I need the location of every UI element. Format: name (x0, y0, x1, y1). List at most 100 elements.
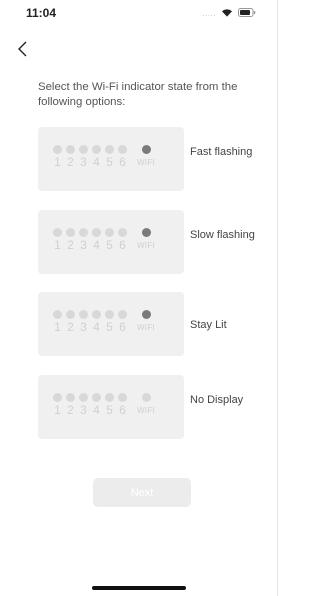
led-number: 3 (80, 403, 87, 417)
led-dot (79, 310, 88, 319)
led-number: 5 (106, 155, 113, 169)
led-number: 2 (67, 238, 74, 252)
led-indicator-row: 1 2 3 4 5 6 WIFI (51, 310, 158, 334)
led-dot (105, 228, 114, 237)
led-indicator: 6 (116, 393, 129, 417)
battery-icon (238, 8, 256, 17)
led-indicator: 1 (51, 228, 64, 252)
led-dot (92, 145, 101, 154)
led-indicator-row: 1 2 3 4 5 6 WIFI (51, 228, 158, 252)
led-indicator-row: 1 2 3 4 5 6 WIFI (51, 145, 158, 169)
led-dot (118, 145, 127, 154)
led-dot (118, 310, 127, 319)
led-number: 5 (106, 238, 113, 252)
led-indicator-row: 1 2 3 4 5 6 WIFI (51, 393, 158, 417)
option-label: No Display (190, 394, 244, 406)
led-indicator: 1 (51, 310, 64, 334)
led-indicator: 4 (90, 228, 103, 252)
led-dot (66, 228, 75, 237)
wifi-led-label: WIFI (136, 323, 156, 332)
led-number: 3 (80, 238, 87, 252)
led-dot (92, 228, 101, 237)
led-number: 4 (93, 320, 100, 334)
led-indicator: 1 (51, 393, 64, 417)
wifi-led-dot (141, 228, 151, 237)
option-label: Slow flashing (190, 229, 255, 241)
led-number: 3 (80, 155, 87, 169)
led-number: 1 (54, 155, 61, 169)
led-dot (105, 145, 114, 154)
led-indicator: 5 (103, 145, 116, 169)
wifi-state-option[interactable]: 1 2 3 4 5 6 WIFI (38, 375, 184, 439)
led-number: 1 (54, 238, 61, 252)
led-number: 5 (106, 320, 113, 334)
wifi-led-indicator: WIFI (134, 393, 158, 417)
led-indicator: 4 (90, 393, 103, 417)
led-indicator: 2 (64, 393, 77, 417)
led-number: 2 (67, 320, 74, 334)
wifi-state-option[interactable]: 1 2 3 4 5 6 WIFI (38, 127, 184, 191)
screen-edge (277, 0, 278, 596)
wifi-led-label: WIFI (136, 241, 156, 250)
led-indicator: 4 (90, 310, 103, 334)
led-number: 4 (93, 403, 100, 417)
led-dot (66, 393, 75, 402)
led-dot (79, 145, 88, 154)
led-dot (118, 393, 127, 402)
led-indicator: 3 (77, 310, 90, 334)
led-indicator: 5 (103, 228, 116, 252)
wifi-led-label: WIFI (136, 406, 156, 415)
led-indicator: 2 (64, 228, 77, 252)
led-indicator: 3 (77, 228, 90, 252)
wifi-icon (222, 9, 232, 17)
status-bar: 11:04 ..... (0, 0, 278, 30)
home-indicator[interactable] (92, 586, 186, 590)
led-dot (105, 393, 114, 402)
wifi-led-label: WIFI (136, 158, 156, 167)
led-dot (105, 310, 114, 319)
option-label: Stay Lit (190, 319, 227, 331)
led-indicator: 3 (77, 393, 90, 417)
wifi-state-option[interactable]: 1 2 3 4 5 6 WIFI (38, 210, 184, 274)
wifi-led-dot (141, 393, 151, 402)
status-icons: ..... (202, 7, 256, 18)
led-indicator: 6 (116, 145, 129, 169)
led-indicator: 2 (64, 310, 77, 334)
led-number: 6 (119, 320, 126, 334)
led-number: 2 (67, 403, 74, 417)
led-dot (92, 310, 101, 319)
led-number: 6 (119, 238, 126, 252)
wifi-led-indicator: WIFI (134, 310, 158, 334)
led-number: 5 (106, 403, 113, 417)
led-indicator: 1 (51, 145, 64, 169)
led-dot (53, 145, 62, 154)
led-number: 3 (80, 320, 87, 334)
wifi-led-dot (141, 145, 151, 154)
wifi-led-indicator: WIFI (134, 228, 158, 252)
led-indicator: 4 (90, 145, 103, 169)
led-number: 1 (54, 403, 61, 417)
led-dot (79, 393, 88, 402)
led-dot (66, 310, 75, 319)
led-number: 4 (93, 238, 100, 252)
led-number: 6 (119, 403, 126, 417)
led-indicator: 5 (103, 393, 116, 417)
back-chevron-icon[interactable] (14, 38, 34, 60)
next-button[interactable]: Next (93, 478, 191, 507)
led-number: 6 (119, 155, 126, 169)
led-indicator: 6 (116, 228, 129, 252)
led-indicator: 2 (64, 145, 77, 169)
led-indicator: 5 (103, 310, 116, 334)
led-dot (53, 310, 62, 319)
wifi-led-indicator: WIFI (134, 145, 158, 169)
led-dot (118, 228, 127, 237)
led-number: 2 (67, 155, 74, 169)
wifi-led-dot (141, 310, 151, 319)
led-dot (53, 393, 62, 402)
cellular-signal-icon: ..... (202, 9, 216, 18)
led-number: 4 (93, 155, 100, 169)
led-number: 1 (54, 320, 61, 334)
wifi-state-option[interactable]: 1 2 3 4 5 6 WIFI (38, 292, 184, 356)
led-dot (79, 228, 88, 237)
led-indicator: 6 (116, 310, 129, 334)
